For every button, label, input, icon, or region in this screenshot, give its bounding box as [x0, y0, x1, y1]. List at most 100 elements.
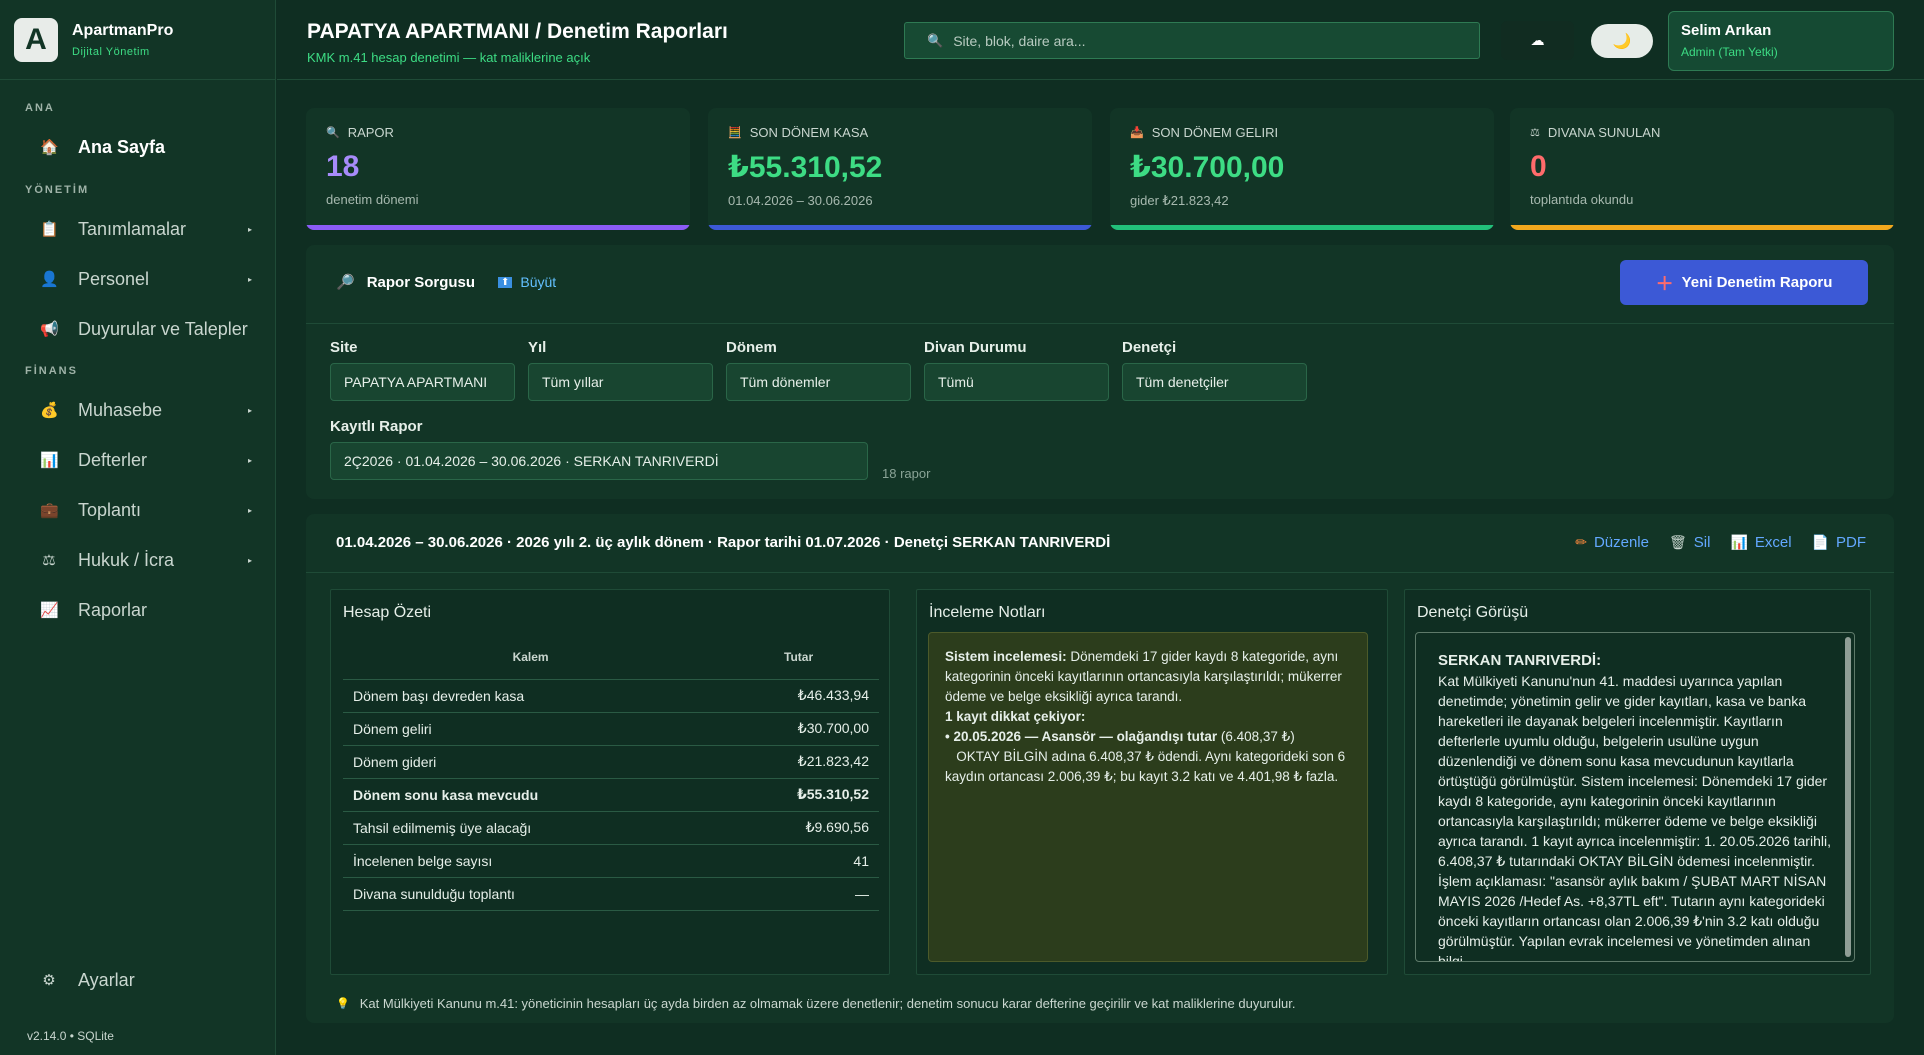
scales-icon: ⚖ — [1530, 127, 1540, 139]
theme-toggle-button[interactable]: 🌙 — [1591, 24, 1653, 58]
stat-card-divan: ⚖ DIVANA SUNULAN 0 toplantıda okundu — [1510, 108, 1894, 230]
sidebar-item-label: Tanımlamalar — [78, 218, 187, 239]
lightbulb-icon: 💡 — [336, 998, 350, 1010]
sidebar-item-ana-sayfa[interactable]: 🏠 Ana Sayfa — [0, 125, 276, 169]
table-row: Dönem gideri ₺21.823,42 — [343, 745, 879, 779]
sidebar-item-toplanti[interactable]: 💼 Toplantı ▸ — [0, 488, 276, 532]
chart-up-icon: 📈 — [40, 602, 59, 619]
row-amount: ₺21.823,42 — [718, 745, 879, 779]
brand[interactable]: A ApartmanPro Dijital Yönetim — [0, 0, 275, 80]
stat-value: ₺55.310,52 — [728, 151, 883, 184]
sidebar-item-muhasebe[interactable]: 💰 Muhasebe ▸ — [0, 388, 276, 432]
review-notes-title: İnceleme Notları — [929, 604, 1046, 621]
nav-section-ana: ANA — [25, 102, 55, 114]
stat-value: 18 — [326, 150, 360, 183]
sidebar-item-label: Duyurular ve Talepler — [78, 318, 248, 339]
stat-note: 01.04.2026 – 30.06.2026 — [728, 193, 873, 208]
search-input[interactable] — [953, 32, 1434, 49]
user-role: Admin (Tam Yetki) — [1681, 45, 1778, 59]
stat-card-gelir: 📥 SON DÖNEM GELIRI ₺30.700,00 gider ₺21.8… — [1110, 108, 1494, 230]
pdf-label: PDF — [1836, 534, 1866, 551]
site-select[interactable]: PAPATYA APARTMANI — [330, 363, 515, 401]
row-amount: — — [718, 877, 879, 911]
nav-section-yonetim: YÖNETİM — [25, 184, 90, 196]
excel-export-button[interactable]: 📊 Excel — [1730, 534, 1791, 551]
row-item: Dönem geliri — [343, 712, 719, 746]
notes-intro-bold: Sistem incelemesi: — [945, 649, 1067, 664]
row-item: İncelenen belge sayısı — [343, 844, 719, 878]
top-header: PAPATYA APARTMANI / Denetim Raporları KM… — [277, 0, 1924, 80]
sidebar-item-duyurular[interactable]: 📢 Duyurular ve Talepler — [0, 307, 276, 351]
stat-value: ₺30.700,00 — [1130, 151, 1285, 184]
report-query-panel: 🔎 Rapor Sorgusu ⬆ Büyüt ＋ Yeni Denetim R… — [306, 245, 1894, 499]
delete-button[interactable]: 🗑 Sil — [1669, 534, 1710, 551]
clipboard-icon: 📋 — [40, 221, 59, 238]
saved-report-select[interactable]: 2Ç2026 · 01.04.2026 – 30.06.2026 · SERKA… — [330, 442, 868, 480]
sidebar-item-defterler[interactable]: 📊 Defterler ▸ — [0, 438, 276, 482]
sidebar-item-ayarlar[interactable]: ⚙ Ayarlar — [0, 958, 276, 1002]
sidebar-item-hukuk[interactable]: ⚖ Hukuk / İcra ▸ — [0, 538, 276, 582]
brand-subtitle: Dijital Yönetim — [72, 45, 150, 58]
sidebar-item-label: Hukuk / İcra — [78, 549, 175, 570]
table-row: İncelenen belge sayısı 41 — [343, 844, 879, 878]
year-select[interactable]: Tüm yıllar — [528, 363, 713, 401]
row-item: Dönem başı devreden kasa — [343, 679, 719, 713]
row-item: Divana sunulduğu toplantı — [343, 877, 719, 911]
page-title: PAPATYA APARTMANI / Denetim Raporları — [307, 20, 728, 43]
cloud-sync-button[interactable]: ☁ — [1501, 21, 1574, 60]
column-header-item: Kalem — [343, 635, 719, 680]
report-count: 18 rapor — [882, 466, 931, 481]
sidebar-item-label: Muhasebe — [78, 399, 163, 420]
moon-icon: 🌙 — [1612, 33, 1632, 50]
divan-status-select[interactable]: Tümü — [924, 363, 1109, 401]
year-label: Yıl — [528, 339, 547, 356]
period-label: Dönem — [726, 339, 777, 356]
edit-button[interactable]: ✏ Düzenle — [1575, 534, 1649, 551]
auditor-name: SERKAN TANRIVERDİ: — [1438, 652, 1602, 669]
table-row-total: Dönem sonu kasa mevcudu ₺55.310,52 — [343, 778, 879, 812]
account-summary-table: Kalem Tutar Dönem başı devreden kasa ₺46.… — [343, 635, 879, 911]
version-info: v2.14.0 • SQLite — [27, 1029, 114, 1043]
magnifier-icon: 🔍 — [326, 127, 340, 139]
expand-button[interactable]: ⬆ Büyüt — [498, 274, 556, 290]
sidebar-item-label: Toplantı — [78, 499, 142, 520]
review-notes-box: İnceleme Notları Sistem incelemesi: Döne… — [916, 589, 1388, 975]
stat-accent-bar — [1110, 225, 1494, 230]
auditor-opinion-text: Kat Mülkiyeti Kanunu'nun 41. maddesi uya… — [1438, 673, 1831, 962]
row-amount: ₺9.690,56 — [718, 811, 879, 845]
new-audit-report-label: Yeni Denetim Raporu — [1681, 274, 1833, 291]
scrollbar-thumb[interactable] — [1845, 637, 1851, 957]
inbox-icon: 📥 — [1130, 127, 1144, 139]
new-audit-report-button[interactable]: ＋ Yeni Denetim Raporu — [1620, 260, 1868, 305]
gear-icon: ⚙ — [42, 972, 56, 989]
report-heading: 01.04.2026 – 30.06.2026 · 2026 yılı 2. ü… — [336, 534, 1111, 551]
divan-status-label: Divan Durumu — [924, 339, 1027, 356]
user-menu[interactable]: Selim Arıkan Admin (Tam Yetki) — [1668, 11, 1894, 71]
period-select[interactable]: Tüm dönemler — [726, 363, 911, 401]
row-item: Dönem sonu kasa mevcudu — [343, 778, 719, 812]
person-icon: 👤 — [40, 271, 59, 288]
report-detail-panel: 01.04.2026 – 30.06.2026 · 2026 yılı 2. ü… — [306, 514, 1894, 1023]
sidebar-item-tanimlamalar[interactable]: 📋 Tanımlamalar ▸ — [0, 207, 276, 251]
legal-footnote-text: Kat Mülkiyeti Kanunu m.41: yöneticinin h… — [359, 996, 1296, 1011]
brand-name: ApartmanPro — [72, 21, 174, 39]
account-summary-title: Hesap Özeti — [343, 604, 432, 621]
notes-item-title: • 20.05.2026 — Asansör — olağandışı tuta… — [945, 729, 1218, 744]
auditor-select[interactable]: Tüm denetçiler — [1122, 363, 1307, 401]
auditor-label: Denetçi — [1122, 339, 1177, 356]
auditor-opinion-textarea[interactable]: SERKAN TANRIVERDİ: Kat Mülkiyeti Kanunu'… — [1415, 632, 1855, 962]
sidebar-item-label: Personel — [78, 268, 150, 289]
row-amount: ₺46.433,94 — [718, 679, 879, 713]
account-summary-box: Hesap Özeti Kalem Tutar Dönem başı devre… — [330, 589, 890, 975]
plus-icon: ＋ — [1655, 273, 1674, 294]
site-label: Site — [330, 339, 358, 356]
chevron-right-icon: ▸ — [247, 274, 252, 284]
sidebar: A ApartmanPro Dijital Yönetim ANA 🏠 Ana … — [0, 0, 276, 1055]
sidebar-item-raporlar[interactable]: 📈 Raporlar — [0, 588, 276, 632]
stat-accent-bar — [708, 225, 1092, 230]
stat-accent-bar — [1510, 225, 1894, 230]
sidebar-item-personel[interactable]: 👤 Personel ▸ — [0, 257, 276, 301]
row-amount: ₺55.310,52 — [718, 778, 879, 812]
pdf-export-button[interactable]: 📄 PDF — [1812, 534, 1866, 551]
search-box[interactable]: 🔍 — [904, 22, 1480, 59]
